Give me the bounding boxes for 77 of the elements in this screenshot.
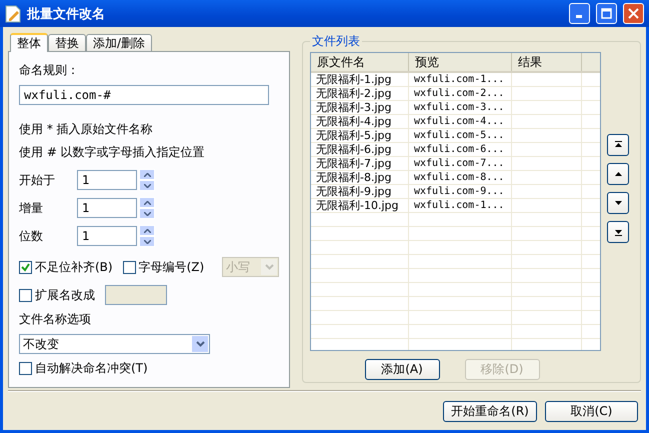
- table-cell: 无限福利-2.jpg: [311, 87, 409, 100]
- check-icon: [21, 262, 30, 272]
- table-cell: 无限福利-7.jpg: [311, 157, 409, 170]
- table-cell: wxfuli.com-8...: [409, 171, 512, 184]
- table-cell: wxfuli.com-5...: [409, 129, 512, 142]
- number-field[interactable]: 1: [77, 198, 137, 218]
- group-title: 文件列表: [311, 33, 361, 50]
- caret-down-icon: [144, 240, 150, 244]
- name-options-select[interactable]: 不改变: [19, 334, 210, 354]
- field-label: 命名规则：: [19, 62, 80, 79]
- window-title: 批量文件改名: [27, 6, 106, 22]
- spin-up-button[interactable]: [139, 225, 155, 236]
- field-label: 文件名称选项: [19, 311, 92, 328]
- minimize-button[interactable]: [569, 3, 590, 24]
- field-label: 开始于: [19, 172, 56, 188]
- table-cell: wxfuli.com-2...: [409, 87, 512, 100]
- spin-down-button[interactable]: [139, 180, 155, 191]
- table-cell: wxfuli.com-4...: [409, 115, 512, 128]
- field-label: 位数: [19, 228, 44, 244]
- table-cell: 无限福利-4.jpg: [311, 115, 409, 128]
- number-field[interactable]: 1: [77, 170, 137, 190]
- hint-text: 使用 # 以数字或字母插入指定位置: [19, 144, 206, 161]
- spin-down-button[interactable]: [139, 236, 155, 247]
- list-button[interactable]: 添加(A): [364, 359, 440, 380]
- extension-field[interactable]: [105, 285, 167, 305]
- caret-up-icon: [144, 228, 150, 232]
- checkbox[interactable]: 扩展名改成: [19, 286, 95, 304]
- table-cell: 无限福利-5.jpg: [311, 129, 409, 142]
- move-up-icon: [614, 170, 622, 178]
- move-button[interactable]: [607, 163, 629, 185]
- table-cell: wxfuli.com-3...: [409, 101, 512, 114]
- spin-up-button[interactable]: [139, 197, 155, 208]
- tab[interactable]: 整体: [10, 33, 48, 52]
- table-cell: wxfuli.com-7...: [409, 157, 512, 170]
- tab[interactable]: 替换: [48, 34, 86, 51]
- naming-rule-field[interactable]: wxfuli.com-#: [19, 85, 269, 105]
- checkbox[interactable]: 自动解决命名冲突(T): [19, 360, 279, 377]
- move-button[interactable]: [607, 134, 629, 156]
- caret-down-icon: [144, 184, 150, 188]
- move-top-icon: [614, 141, 622, 149]
- table-cell: 无限福利-3.jpg: [311, 101, 409, 114]
- move-down-icon: [614, 199, 622, 207]
- caret-up-icon: [144, 200, 150, 204]
- table-cell: wxfuli.com-9...: [409, 185, 512, 198]
- table-cell: wxfuli.com-1...: [409, 73, 512, 86]
- table-cell: 无限福利-8.jpg: [311, 171, 409, 184]
- move-bottom-icon: [614, 228, 622, 236]
- table-cell: 无限福利-6.jpg: [311, 143, 409, 156]
- tab[interactable]: 添加/删除: [86, 34, 152, 51]
- table-cell: 无限福利-9.jpg: [311, 185, 409, 198]
- spin-down-button[interactable]: [139, 208, 155, 219]
- column-header[interactable]: 预览: [409, 53, 512, 71]
- column-header[interactable]: 结果: [512, 53, 582, 71]
- table-cell: 无限福利-1.jpg: [311, 73, 409, 86]
- table-cell: wxfuli.com-6...: [409, 143, 512, 156]
- close-button[interactable]: [623, 3, 644, 24]
- dialog-button[interactable]: 取消(C): [545, 401, 638, 422]
- close-icon: [628, 8, 639, 19]
- spin-up-button[interactable]: [139, 169, 155, 180]
- checkbox[interactable]: 不足位补齐(B): [19, 258, 113, 276]
- hint-text: 使用 * 插入原始文件名称: [19, 121, 154, 138]
- move-button[interactable]: [607, 221, 629, 243]
- checkbox[interactable]: 字母编号(Z): [122, 258, 204, 276]
- column-header[interactable]: 原文件名: [311, 53, 409, 71]
- field-label: 增量: [19, 200, 44, 216]
- document-icon: [5, 4, 21, 22]
- dialog-button[interactable]: 开始重命名(R): [443, 401, 537, 422]
- table-cell: 无限福利-10.jpg: [311, 199, 409, 212]
- maximize-button[interactable]: [596, 3, 617, 24]
- caret-icon: [264, 264, 274, 270]
- caret-up-icon: [144, 172, 150, 176]
- caret-icon: [196, 341, 204, 347]
- caret-down-icon: [144, 212, 150, 216]
- maximize-icon: [601, 8, 612, 19]
- table-cell: wxfuli.com-1...: [409, 199, 512, 212]
- move-button[interactable]: [607, 192, 629, 214]
- number-field[interactable]: 1: [77, 226, 137, 246]
